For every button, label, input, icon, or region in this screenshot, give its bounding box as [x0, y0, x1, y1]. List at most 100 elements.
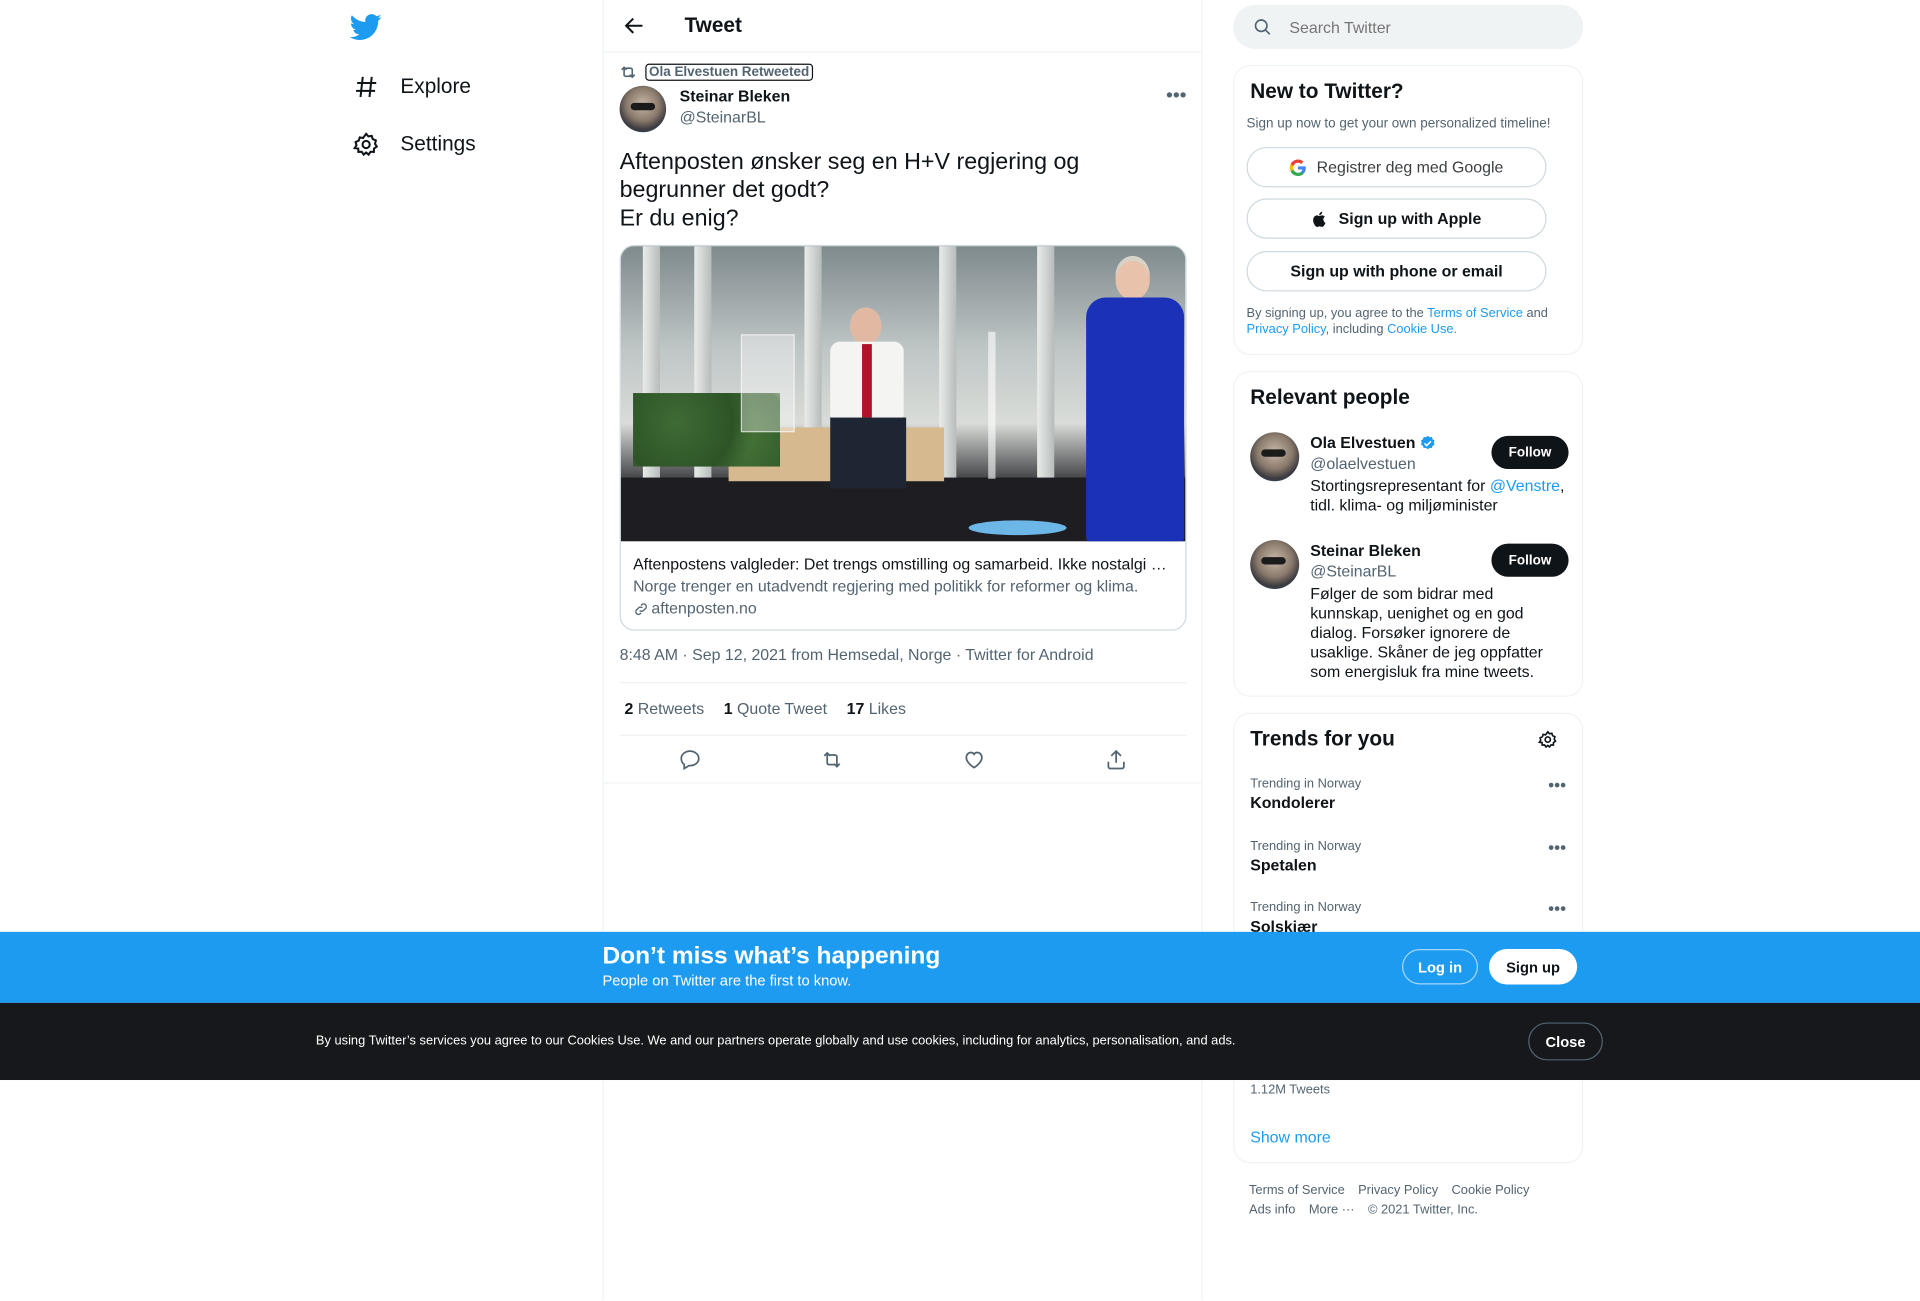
retweets-label: Retweets — [637, 699, 705, 718]
likes-count: 17 — [846, 699, 865, 718]
close-cookie-button[interactable]: Close — [1528, 1022, 1603, 1061]
twitter-logo-icon[interactable] — [349, 11, 382, 43]
card-domain: aftenposten.no — [651, 598, 757, 618]
tweet-text-line: Er du enig? — [619, 205, 739, 232]
share-icon[interactable] — [1101, 744, 1130, 773]
footer-ads-link[interactable]: Ads info — [1249, 1202, 1295, 1217]
tweet-author[interactable]: Steinar Bleken @SteinarBL — [619, 85, 791, 133]
trend-name: Spetalen — [1250, 855, 1317, 875]
banner-title: Don’t miss what’s happening — [602, 942, 941, 970]
tweet-actions — [620, 744, 1187, 773]
follow-button[interactable]: Follow — [1491, 543, 1569, 577]
card-title: Aftenpostens valgleder: Det trengs omsti… — [633, 554, 1174, 574]
divider — [619, 734, 1187, 736]
retweeted-by-link[interactable]: Ola Elvestuen Retweeted — [645, 63, 813, 81]
quotes-count: 1 — [723, 699, 733, 718]
banner-subtitle: People on Twitter are the first to know. — [602, 972, 852, 990]
signup-apple-button[interactable]: Sign up with Apple — [1246, 198, 1547, 239]
tweet-text-line: Aftenposten ønsker seg en H+V regjering … — [619, 149, 1086, 204]
apple-icon — [1312, 210, 1329, 227]
trends-settings-gear-icon[interactable] — [1538, 730, 1558, 750]
signup-legal-text: By signing up, you agree to the Terms of… — [1247, 306, 1568, 338]
retweet-icon — [618, 62, 638, 82]
footer-copyright: © 2021 Twitter, Inc. — [1367, 1202, 1478, 1218]
relevant-people-title: Relevant people — [1250, 385, 1410, 409]
signup-button[interactable]: Sign up — [1488, 948, 1578, 985]
reply-icon[interactable] — [676, 744, 705, 773]
person-name[interactable]: Ola Elvestuen — [1310, 432, 1415, 454]
divider — [603, 782, 1202, 784]
trend-more-icon[interactable]: ••• — [1548, 899, 1566, 919]
login-button[interactable]: Log in — [1402, 948, 1478, 985]
cookie-use-link[interactable]: Cookie Use. — [1387, 322, 1457, 337]
person-bio-prefix: Stortingsrepresentant for — [1310, 476, 1490, 495]
search-bar[interactable] — [1233, 4, 1584, 49]
more-options-icon[interactable]: ••• — [1166, 86, 1187, 108]
signup-phone-label: Sign up with phone or email — [1290, 262, 1503, 281]
card-image — [620, 246, 1186, 542]
privacy-link[interactable]: Privacy Policy — [1247, 322, 1326, 337]
show-more-link[interactable]: Show more — [1250, 1128, 1331, 1146]
follow-button[interactable]: Follow — [1491, 435, 1569, 469]
person-bio: Stortingsrepresentant for @Venstre, tidl… — [1310, 476, 1565, 515]
likes-stat[interactable]: 17 Likes — [847, 699, 906, 717]
card-description: Norge trenger en utadvendt regjering med… — [633, 576, 1139, 596]
legal-and: and — [1522, 306, 1548, 321]
person-name[interactable]: Steinar Bleken — [1310, 540, 1421, 562]
new-to-twitter-panel: New to Twitter? Sign up now to get your … — [1233, 64, 1584, 356]
footer-privacy-link[interactable]: Privacy Policy — [1358, 1183, 1438, 1198]
trend-item[interactable]: Trending in Norway Spetalen ••• — [1250, 838, 1568, 877]
relevant-people-panel: Relevant people Ola Elvestuen @olaelvest… — [1233, 371, 1584, 697]
signup-google-button[interactable]: Registrer deg med Google — [1246, 146, 1547, 188]
likes-label: Likes — [868, 699, 906, 718]
google-icon — [1290, 158, 1307, 176]
trend-more-icon[interactable]: ••• — [1548, 775, 1566, 795]
author-handle[interactable]: @SteinarBL — [680, 108, 791, 128]
search-input[interactable] — [1289, 17, 1535, 37]
avatar[interactable] — [1250, 540, 1300, 589]
page-title: Tweet — [684, 13, 742, 37]
cookie-banner-text: By using Twitter’s services you agree to… — [315, 1033, 1236, 1049]
signup-phone-email-button[interactable]: Sign up with phone or email — [1246, 251, 1547, 292]
person-handle[interactable]: @olaelvestuen — [1310, 454, 1494, 474]
trend-item[interactable]: Trending in Norway Kondolerer ••• — [1250, 775, 1568, 814]
avatar[interactable] — [619, 85, 667, 133]
footer-more-link[interactable]: More ··· — [1309, 1202, 1355, 1217]
legal-prefix: By signing up, you agree to the — [1246, 306, 1428, 321]
tweet-detail-column: Tweet Ola Elvestuen Retweeted Steinar Bl… — [602, 0, 1203, 1301]
mention-link[interactable]: @Venstre — [1490, 476, 1560, 494]
retweets-stat[interactable]: 2 Retweets — [624, 699, 704, 717]
search-icon — [1253, 17, 1273, 37]
retweet-icon[interactable] — [818, 744, 847, 773]
footer-cookie-link[interactable]: Cookie Policy — [1452, 1183, 1530, 1198]
avatar[interactable] — [1250, 432, 1300, 482]
person-bio: Følger de som bidrar med kunnskap, uenig… — [1310, 584, 1543, 681]
link-preview-card[interactable]: Aftenpostens valgleder: Det trengs omsti… — [619, 244, 1187, 631]
quotes-label: Quote Tweet — [737, 699, 828, 718]
verified-badge-icon — [1419, 435, 1436, 452]
quotes-stat[interactable]: 1 Quote Tweet — [724, 699, 827, 717]
nav-settings[interactable]: Settings — [338, 118, 490, 172]
trend-context: Trending in Norway — [1250, 838, 1362, 854]
nav-explore-label: Explore — [400, 74, 471, 98]
author-name[interactable]: Steinar Bleken — [680, 86, 791, 108]
hashtag-icon — [353, 73, 380, 100]
tweet-timestamp[interactable]: 8:48 AM · Sep 12, 2021 from Hemsedal, No… — [620, 645, 1094, 663]
retweeted-indicator: Ola Elvestuen Retweeted — [618, 62, 813, 82]
divider — [619, 682, 1187, 684]
trend-tweet-count: 1.12M Tweets — [1250, 1082, 1331, 1098]
footer-terms-link[interactable]: Terms of Service — [1249, 1183, 1345, 1198]
retweets-count: 2 — [624, 699, 634, 718]
trend-context: Trending in Norway — [1250, 776, 1362, 792]
link-icon — [633, 601, 649, 617]
trend-more-icon[interactable]: ••• — [1548, 838, 1566, 858]
terms-link[interactable]: Terms of Service — [1427, 306, 1523, 321]
person-handle[interactable]: @SteinarBL — [1310, 562, 1494, 582]
nav-explore[interactable]: Explore — [338, 60, 486, 114]
back-arrow-icon[interactable] — [621, 12, 648, 39]
tweet-stats: 2 Retweets 1 Quote Tweet 17 Likes — [624, 699, 925, 717]
legal-including: , including — [1325, 322, 1388, 337]
footer-links: Terms of Service Privacy Policy Cookie P… — [1249, 1180, 1580, 1219]
like-heart-icon[interactable] — [959, 744, 988, 773]
trend-name: Kondolerer — [1250, 793, 1336, 812]
